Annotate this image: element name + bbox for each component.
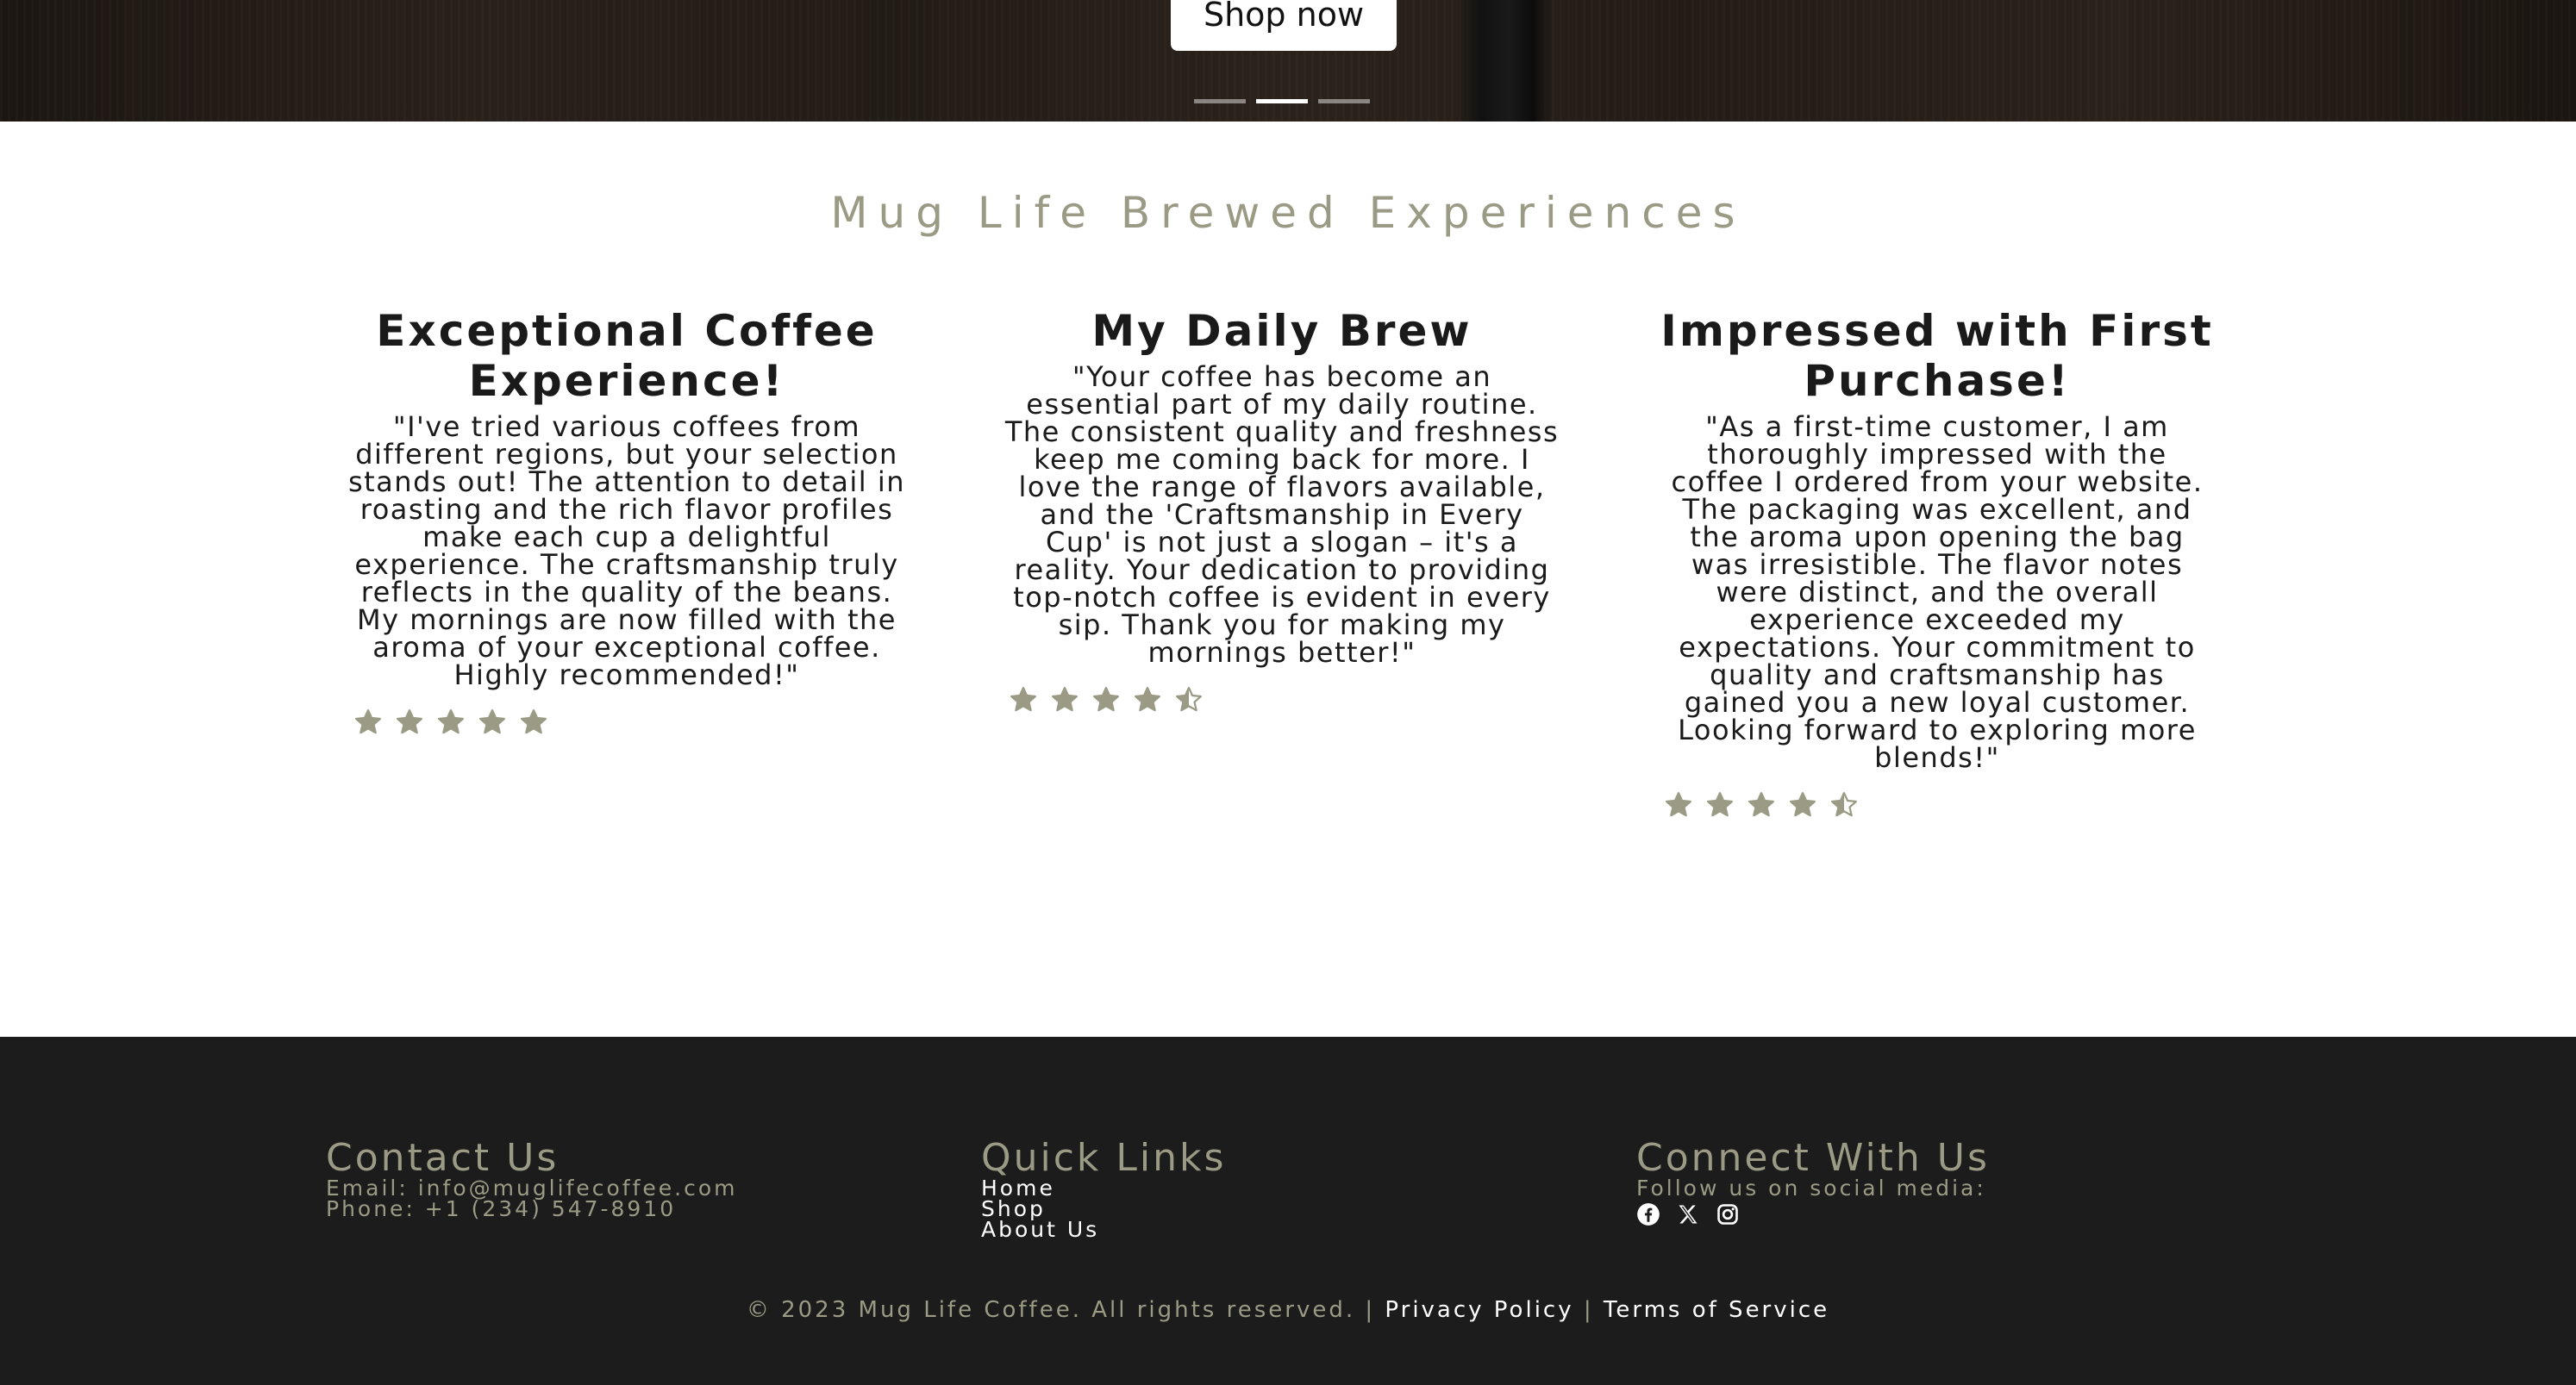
- testimonial-quote: "Your coffee has become an essential par…: [1004, 360, 1560, 669]
- star-half-icon: [1174, 685, 1204, 714]
- star-full-icon: [1050, 685, 1079, 714]
- footer-separator: |: [1583, 1297, 1594, 1323]
- copyright-text: © 2023 Mug Life Coffee. All rights reser…: [746, 1297, 1376, 1323]
- star-full-icon: [395, 708, 424, 737]
- instagram-icon[interactable]: [1716, 1202, 1740, 1226]
- footer-link-about-us[interactable]: About Us: [981, 1219, 1226, 1240]
- shop-now-button[interactable]: Shop now: [1171, 0, 1397, 51]
- star-full-icon: [353, 708, 383, 737]
- testimonials-title: Mug Life Brewed Experiences: [830, 188, 1746, 238]
- carousel-indicators: [1194, 99, 1370, 103]
- privacy-policy-link[interactable]: Privacy Policy: [1385, 1297, 1573, 1323]
- testimonial-heading: Exceptional Coffee Experience!: [376, 306, 878, 406]
- testimonial-card: My Daily Brew "Your coffee has become an…: [1002, 306, 1562, 714]
- footer-quick-links-title: Quick Links: [981, 1136, 1227, 1180]
- testimonial-quote: "I've tried various coffees from differe…: [347, 410, 906, 691]
- star-full-icon: [478, 708, 507, 737]
- carousel-indicator-3[interactable]: [1318, 99, 1370, 103]
- site-footer: Contact Us Email: info@muglifecoffee.com…: [0, 1037, 2576, 1385]
- facebook-icon[interactable]: [1636, 1202, 1660, 1226]
- testimonial-card: Impressed with First Purchase! "As a fir…: [1657, 306, 2217, 820]
- star-full-icon: [436, 708, 466, 737]
- star-full-icon: [1091, 685, 1121, 714]
- carousel-indicator-1[interactable]: [1194, 99, 1246, 103]
- footer-contact-title: Contact Us: [326, 1136, 560, 1180]
- footer-copyright: © 2023 Mug Life Coffee. All rights reser…: [0, 1297, 2576, 1323]
- star-full-icon: [519, 708, 548, 737]
- testimonial-heading: My Daily Brew: [1091, 306, 1472, 356]
- star-full-icon: [1009, 685, 1038, 714]
- terms-of-service-link[interactable]: Terms of Service: [1604, 1297, 1829, 1323]
- testimonial-quote: "As a first-time customer, I am thorough…: [1671, 410, 2204, 774]
- footer-connect-subtitle: Follow us on social media:: [1636, 1176, 1986, 1201]
- rating-stars: [1002, 685, 1562, 714]
- social-icons: [1636, 1202, 1990, 1226]
- star-full-icon: [1788, 790, 1817, 820]
- star-full-icon: [1664, 790, 1693, 820]
- star-full-icon: [1747, 790, 1776, 820]
- footer-connect: Connect With Us Follow us on social medi…: [1636, 1139, 1990, 1226]
- star-full-icon: [1133, 685, 1162, 714]
- hero-banner: Shop now: [0, 0, 2576, 122]
- carousel-indicator-2[interactable]: [1256, 99, 1308, 103]
- footer-connect-title: Connect With Us: [1636, 1136, 1990, 1180]
- x-twitter-icon[interactable]: [1676, 1202, 1700, 1226]
- star-half-icon: [1829, 790, 1859, 820]
- footer-quick-links: Quick Links Home Shop About Us: [981, 1136, 1227, 1241]
- hero-background-mug: [1457, 0, 1552, 122]
- rating-stars: [1657, 790, 2217, 820]
- footer-contact: Contact Us Email: info@muglifecoffee.com…: [326, 1139, 738, 1220]
- rating-stars: [347, 708, 907, 737]
- testimonial-card: Exceptional Coffee Experience! "I've tri…: [347, 306, 907, 737]
- testimonial-heading: Impressed with First Purchase!: [1660, 306, 2214, 406]
- contact-phone: Phone: +1 (234) 547-8910: [326, 1196, 677, 1221]
- star-full-icon: [1705, 790, 1735, 820]
